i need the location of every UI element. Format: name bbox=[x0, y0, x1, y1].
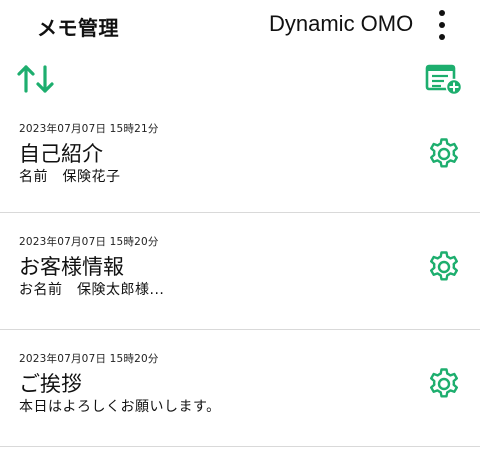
memo-item[interactable]: 2023年07月07日 15時20分 ご挨拶 本日はよろしくお願いします。 bbox=[0, 330, 480, 447]
memo-date: 2023年07月07日 15時20分 bbox=[19, 236, 159, 248]
gear-icon[interactable] bbox=[426, 136, 462, 172]
account-name: Dynamic OMO bbox=[269, 11, 414, 36]
sort-arrows-icon[interactable] bbox=[16, 62, 56, 96]
memo-date: 2023年07月07日 15時21分 bbox=[19, 123, 159, 135]
memo-title: ご挨拶 bbox=[19, 372, 82, 396]
new-memo-icon[interactable] bbox=[424, 62, 464, 96]
memo-body: お名前 保険太郎様... bbox=[19, 282, 165, 298]
gear-icon[interactable] bbox=[426, 249, 462, 285]
memo-body: 名前 保険花子 bbox=[19, 169, 121, 185]
more-vertical-icon[interactable] bbox=[430, 8, 454, 42]
toolbar bbox=[0, 56, 480, 100]
memo-list: 2023年07月07日 15時21分 自己紹介 名前 保険花子 2023年07月… bbox=[0, 100, 480, 447]
memo-item[interactable]: 2023年07月07日 15時21分 自己紹介 名前 保険花子 bbox=[0, 100, 480, 213]
gear-icon[interactable] bbox=[426, 366, 462, 402]
memo-date: 2023年07月07日 15時20分 bbox=[19, 353, 159, 365]
page-title: メモ管理 bbox=[37, 16, 119, 40]
memo-body: 本日はよろしくお願いします。 bbox=[19, 399, 221, 415]
memo-title: 自己紹介 bbox=[19, 142, 103, 166]
app-header: メモ管理 Dynamic OMO bbox=[0, 0, 480, 50]
memo-item[interactable]: 2023年07月07日 15時20分 お客様情報 お名前 保険太郎様... bbox=[0, 213, 480, 330]
memo-title: お客様情報 bbox=[19, 255, 124, 279]
